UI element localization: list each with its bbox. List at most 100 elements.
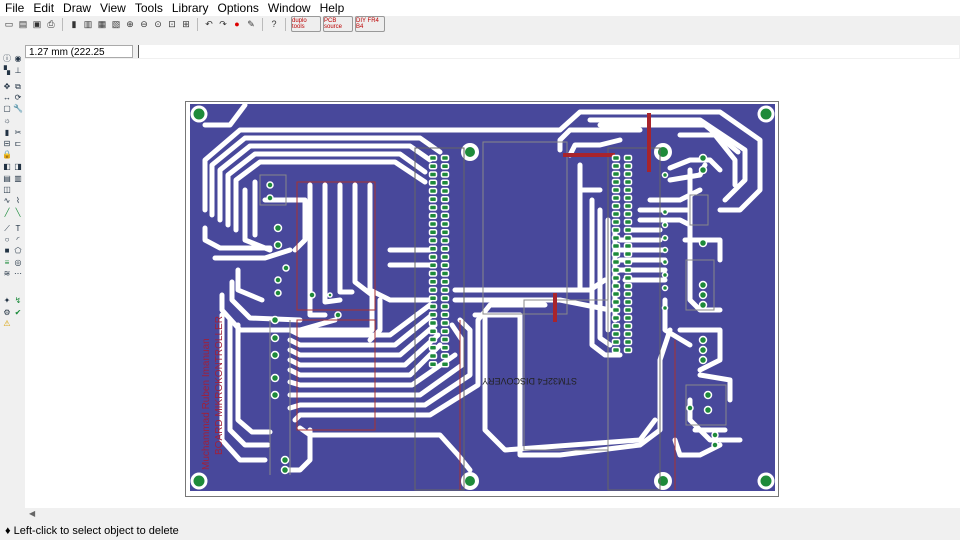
text-icon[interactable]: T xyxy=(13,224,23,234)
header-pad xyxy=(440,344,450,351)
zoom-all-icon[interactable]: ⊞ xyxy=(180,18,192,30)
change-icon[interactable]: 🔧 xyxy=(13,104,23,114)
header-pad xyxy=(623,266,633,274)
header-pad xyxy=(440,328,450,335)
warning-icon[interactable]: ⚠ xyxy=(2,319,12,329)
smash-icon[interactable]: ◨ xyxy=(13,162,23,172)
export-icon[interactable]: ▧ xyxy=(110,18,122,30)
header-pad xyxy=(623,338,633,346)
menu-view[interactable]: View xyxy=(95,0,130,16)
header-pad xyxy=(440,179,450,186)
arc-icon[interactable]: ◜ xyxy=(13,235,23,245)
new-file-icon[interactable]: ▭ xyxy=(3,18,15,30)
rect-icon[interactable]: ■ xyxy=(2,246,12,256)
name-icon[interactable]: ▥ xyxy=(13,174,23,184)
erc-icon[interactable]: ⚙ xyxy=(2,308,12,318)
header-pad xyxy=(440,286,450,294)
cursor-coordinates: 1.27 mm (222.25 40.64) xyxy=(25,45,133,71)
pcb-source-button[interactable]: PCB source xyxy=(323,16,353,32)
header-pad xyxy=(611,330,621,338)
via-icon[interactable]: ≡ xyxy=(2,258,12,268)
polygon-icon[interactable]: ⬠ xyxy=(13,246,23,256)
zoom-fit-icon[interactable]: ⊙ xyxy=(152,18,164,30)
align-icon[interactable]: ⊥ xyxy=(13,66,23,76)
board-canvas[interactable]: Muchammad Ruben Imanuan BOARD MIKROKONTR… xyxy=(25,59,960,508)
errors-icon[interactable]: ↯ xyxy=(13,296,23,306)
optimize-icon[interactable]: ⊟ xyxy=(2,139,12,149)
header-pad xyxy=(440,196,450,203)
menu-options[interactable]: Options xyxy=(213,0,263,16)
author-label: Muchammad Ruben Imanuan xyxy=(201,338,212,470)
mirror-icon[interactable]: ↔ xyxy=(2,93,12,103)
wire-icon[interactable]: ╱ xyxy=(2,208,12,218)
move-icon[interactable]: ✥ xyxy=(2,82,12,92)
route-icon[interactable]: ∿ xyxy=(2,196,12,206)
miter-icon[interactable]: ⊏ xyxy=(13,139,23,149)
header-pad xyxy=(428,204,438,211)
rotate-icon[interactable]: ⟳ xyxy=(13,93,23,103)
import-icon[interactable]: ▦ xyxy=(96,18,108,30)
header-pad xyxy=(611,178,621,186)
component-icon[interactable]: ▮ xyxy=(68,18,80,30)
library-icon[interactable]: ▥ xyxy=(82,18,94,30)
print-icon[interactable]: ⎙ xyxy=(45,18,57,30)
copy-icon[interactable]: ⧉ xyxy=(13,82,23,92)
header-pad xyxy=(623,346,633,354)
menu-window[interactable]: Window xyxy=(263,0,315,16)
paste-icon[interactable]: ☼ xyxy=(2,116,12,126)
header-pad xyxy=(611,314,621,322)
delete-icon[interactable]: ✎ xyxy=(245,18,257,30)
hole-icon[interactable]: ◎ xyxy=(13,258,23,268)
ratsnest-icon[interactable]: ≋ xyxy=(2,269,12,279)
header-pad xyxy=(440,171,450,178)
menu-edit[interactable]: Edit xyxy=(28,0,58,16)
auto-icon[interactable]: ⋯ xyxy=(13,269,23,279)
header-pad xyxy=(623,186,633,194)
line-icon[interactable]: ⟋ xyxy=(2,224,12,234)
help-icon[interactable]: ? xyxy=(268,18,280,30)
pcb-board[interactable]: Muchammad Ruben Imanuan BOARD MIKROKONTR… xyxy=(25,59,960,508)
menu-file[interactable]: File xyxy=(0,0,28,16)
header-pad xyxy=(611,282,621,290)
circle-icon[interactable]: ○ xyxy=(2,235,12,245)
redo-icon[interactable]: ↷ xyxy=(217,18,229,30)
delete-tool-icon[interactable]: ▮ xyxy=(2,128,12,138)
menu-library[interactable]: Library xyxy=(167,0,213,16)
open-folder-icon[interactable]: ▤ xyxy=(17,18,29,30)
header-pad xyxy=(611,346,621,354)
menu-draw[interactable]: Draw xyxy=(58,0,95,16)
secondary-toolbar: ▦ xyxy=(0,32,960,45)
group-icon[interactable]: ▢ xyxy=(2,104,12,114)
zoom-in-icon[interactable]: ⊕ xyxy=(124,18,136,30)
header-pad xyxy=(623,218,633,226)
menu-help[interactable]: Help xyxy=(315,0,349,16)
value-icon[interactable]: ▤ xyxy=(2,174,12,184)
stop-icon[interactable]: ● xyxy=(231,18,243,30)
zoom-area-icon[interactable]: ⊡ xyxy=(166,18,178,30)
duplo-tools-button[interactable]: duplo tools xyxy=(291,16,321,32)
header-pad xyxy=(428,245,438,252)
mark-icon[interactable]: ◧ xyxy=(2,162,12,172)
check-icon[interactable]: ✔ xyxy=(13,308,23,318)
layers-icon[interactable]: ▚ xyxy=(2,66,12,76)
view-icon[interactable]: ◉ xyxy=(13,54,23,64)
ripup-icon[interactable]: ⌇ xyxy=(13,196,23,206)
lock-icon[interactable]: 🔒 xyxy=(2,150,12,160)
header-pad xyxy=(440,311,450,318)
diy-fr4-button[interactable]: DIY FR4 B4 xyxy=(355,16,385,32)
header-pad xyxy=(623,330,633,338)
undo-icon[interactable]: ↶ xyxy=(203,18,215,30)
horizontal-scrollbar[interactable]: ◀ xyxy=(25,508,960,521)
zoom-out-icon[interactable]: ⊖ xyxy=(138,18,150,30)
split-icon[interactable]: ✂ xyxy=(13,128,23,138)
menu-tools[interactable]: Tools xyxy=(130,0,167,16)
save-icon[interactable]: ▣ xyxy=(31,18,43,30)
header-pad xyxy=(428,344,438,351)
drc-icon[interactable]: ✦ xyxy=(2,296,12,306)
attribute-icon[interactable]: ◫ xyxy=(2,185,12,195)
signal-icon[interactable]: ╲ xyxy=(13,208,23,218)
info-icon[interactable]: ⓘ xyxy=(2,54,12,64)
scroll-left-icon[interactable]: ◀ xyxy=(29,509,35,518)
command-input[interactable] xyxy=(138,45,959,58)
header-pad xyxy=(611,298,621,306)
